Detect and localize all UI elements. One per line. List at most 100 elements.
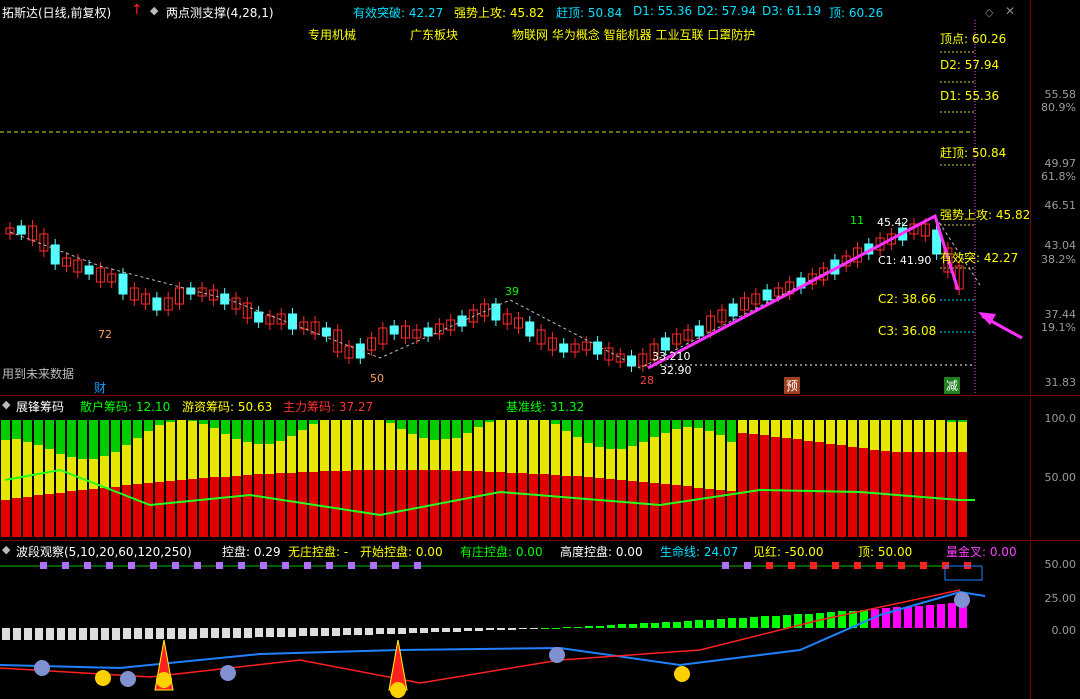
hot-bar	[430, 440, 439, 470]
wave-bar	[904, 607, 912, 628]
hot-bar	[518, 420, 527, 473]
chips-title[interactable]: 展锋筹码	[16, 398, 64, 415]
state-mark	[766, 562, 773, 569]
hot-bar	[947, 422, 956, 452]
wave-bar	[860, 610, 868, 628]
retail-bar	[144, 420, 153, 431]
wave-bar	[343, 628, 351, 635]
main-bar	[804, 441, 813, 537]
state-mark	[282, 562, 289, 569]
sad-face-icon	[34, 660, 50, 676]
retail-bar	[441, 420, 450, 439]
hot-bar	[694, 428, 703, 488]
start-control: 开始控盘: 0.00	[360, 545, 443, 559]
volume-cross: 量金叉: 0.00	[946, 545, 1017, 559]
retail-bar	[276, 420, 285, 441]
diamond-icon[interactable]: ◆	[2, 398, 10, 411]
main-bar	[144, 483, 153, 537]
candle-body	[288, 313, 297, 330]
wave-bar	[57, 628, 65, 640]
c1-label: C1: 41.90	[878, 254, 932, 267]
state-mark	[370, 562, 377, 569]
axis-tick: 80.9%	[1041, 101, 1076, 114]
control-value: 控盘: 0.29	[222, 545, 281, 559]
candle-body	[660, 337, 670, 351]
wave-bar	[673, 622, 681, 628]
main-bar	[45, 494, 54, 537]
state-mark	[854, 562, 861, 569]
candle-body	[16, 225, 26, 235]
wave-bar	[145, 628, 153, 639]
state-mark	[172, 562, 179, 569]
candle-body	[50, 244, 60, 265]
wave-title[interactable]: 波段观察(5,10,20,60,120,250)	[16, 543, 192, 560]
hot-bar	[100, 456, 109, 488]
low-count: 28	[640, 374, 654, 387]
high-price: 45.42	[877, 216, 909, 229]
main-bar	[188, 479, 197, 537]
finance-marker[interactable]: 财	[94, 379, 106, 396]
axis-tick: 37.44	[1044, 308, 1077, 321]
hot-bar	[804, 420, 813, 441]
hot-bar	[375, 420, 384, 470]
main-bar	[815, 442, 824, 537]
price-chart[interactable]	[0, 0, 1080, 699]
main-bar	[375, 470, 384, 537]
retail-bar	[199, 420, 208, 424]
label-chase-top: 赶顶: 50.84	[940, 146, 1007, 160]
candle-body	[389, 325, 399, 335]
retail-bar	[111, 420, 120, 452]
main-bar	[936, 452, 945, 537]
hot-bar	[727, 442, 736, 491]
retail-bar	[958, 420, 967, 422]
hot-bar	[298, 430, 307, 472]
wave-bar	[167, 628, 175, 639]
main-bar	[177, 480, 186, 537]
low-price: 32.90	[660, 364, 692, 377]
wave-bar	[728, 618, 736, 628]
dealer-control: 有庄控盘: 0.00	[460, 545, 543, 559]
retail-bar	[45, 420, 54, 449]
main-bar	[628, 481, 637, 537]
main-bar	[584, 477, 593, 537]
top-value: 顶: 50.00	[858, 545, 913, 559]
state-mark	[920, 562, 927, 569]
forecast-marker[interactable]: 预	[784, 377, 801, 394]
state-mark	[304, 562, 311, 569]
candle-body	[423, 327, 433, 337]
hot-bar	[309, 424, 318, 472]
main-bar	[232, 476, 241, 537]
hot-bar	[419, 438, 428, 470]
retail-bar	[947, 420, 956, 422]
wave-bar	[519, 628, 527, 629]
diamond-icon[interactable]: ◆	[2, 543, 10, 556]
wave-bar	[684, 621, 692, 628]
wave-bar	[508, 628, 516, 630]
reduce-marker[interactable]: 减	[944, 377, 961, 394]
wave-bar	[574, 627, 582, 628]
trend-line	[9, 215, 981, 369]
retail-bar	[595, 420, 604, 447]
axis-tick: 38.2%	[1041, 253, 1076, 266]
wave-bar	[486, 628, 494, 630]
main-bar	[914, 452, 923, 537]
hot-bar	[903, 420, 912, 452]
wave-bar	[563, 627, 571, 628]
wave-bar	[288, 628, 296, 637]
main-bar	[408, 470, 417, 537]
hot-bar	[782, 420, 791, 438]
wave-bar	[178, 628, 186, 639]
hot-bar	[562, 431, 571, 476]
hot-bar	[485, 422, 494, 472]
wave-bar	[409, 628, 417, 633]
hot-bar	[540, 420, 549, 474]
axis-tick: 55.58	[1044, 88, 1077, 101]
main-chips: 主力筹码: 37.27	[283, 400, 374, 414]
main-bar	[89, 489, 98, 537]
hot-bar	[936, 420, 945, 452]
hot-bar	[463, 433, 472, 471]
candle-body	[321, 327, 331, 337]
axis-tick: 50.00	[1044, 558, 1077, 571]
main-bar	[221, 477, 230, 537]
wave-bar	[200, 628, 208, 638]
